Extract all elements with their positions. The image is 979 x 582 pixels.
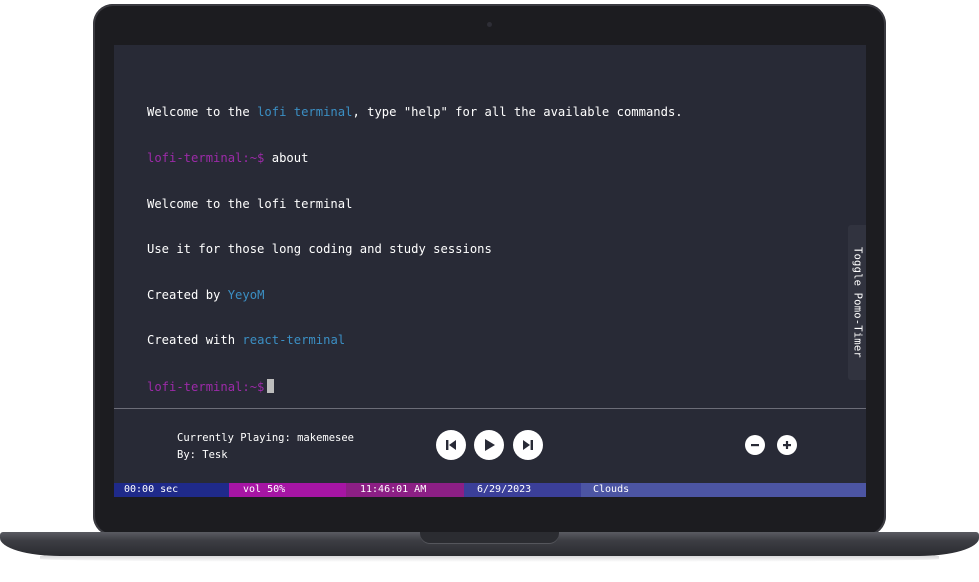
input-line[interactable]: lofi-terminal:~$ bbox=[147, 378, 683, 394]
volume-up-button[interactable] bbox=[777, 435, 797, 455]
author-link[interactable]: YeyoM bbox=[228, 288, 265, 302]
now-playing: Currently Playing: makemesee By: Tesk bbox=[177, 430, 354, 464]
welcome-text: Welcome to the bbox=[147, 105, 258, 120]
volume-status: vol 50% bbox=[229, 483, 346, 497]
skip-previous-icon bbox=[446, 440, 456, 450]
created-with-text: Created with bbox=[147, 333, 243, 348]
minus-icon bbox=[751, 444, 759, 447]
next-button[interactable] bbox=[513, 430, 543, 460]
command-text: about bbox=[271, 151, 309, 165]
prompt: lofi-terminal:~$ bbox=[147, 151, 265, 165]
artist-text: By: Tesk bbox=[177, 449, 228, 461]
laptop-notch bbox=[420, 532, 559, 544]
volume-down-button[interactable] bbox=[745, 435, 765, 455]
timer-status: 00:00 sec bbox=[114, 483, 229, 497]
weather-status: Clouds bbox=[581, 483, 866, 497]
music-player: Currently Playing: makemesee By: Tesk bbox=[114, 409, 866, 483]
currently-playing-text: Currently Playing: makemesee bbox=[177, 432, 355, 444]
welcome-line: Welcome to the lofi terminal, type "help… bbox=[147, 105, 683, 120]
output-line: Use it for those long coding and study s… bbox=[147, 242, 492, 257]
command-line: lofi-terminal:~$ about bbox=[147, 151, 683, 166]
terminal[interactable]: Welcome to the lofi terminal, type "help… bbox=[114, 45, 866, 408]
terminal-cursor bbox=[267, 378, 275, 393]
laptop-shadow bbox=[40, 556, 939, 562]
output-line: Welcome to the lofi terminal bbox=[147, 196, 353, 211]
screen-bezel-bottom bbox=[114, 497, 866, 519]
react-terminal-link[interactable]: react-terminal bbox=[242, 333, 345, 347]
date-status: 6/29/2023 bbox=[464, 483, 581, 497]
lofi-terminal-link[interactable]: lofi terminal bbox=[257, 105, 352, 119]
created-with-line: Created with react-terminal bbox=[147, 333, 683, 348]
terminal-output: Welcome to the lofi terminal, type "help… bbox=[147, 75, 683, 425]
prompt: lofi-terminal:~$ bbox=[147, 379, 265, 394]
pomo-timer-toggle[interactable]: Toggle Pomo-Timer bbox=[848, 225, 866, 380]
skip-next-icon bbox=[523, 440, 533, 450]
play-button[interactable] bbox=[474, 430, 504, 460]
welcome-suffix: , type "help" for all the available comm… bbox=[352, 105, 683, 120]
previous-button[interactable] bbox=[436, 430, 466, 460]
time-status: 11:46:01 AM bbox=[346, 483, 464, 497]
created-by-text: Created by bbox=[147, 287, 228, 302]
camera-icon bbox=[487, 22, 492, 27]
status-bar: 00:00 sec vol 50% 11:46:01 AM 6/29/2023 … bbox=[114, 483, 866, 497]
created-by-line: Created by YeyoM bbox=[147, 288, 683, 303]
pomo-toggle-label: Toggle Pomo-Timer bbox=[851, 247, 864, 358]
screen: Welcome to the lofi terminal, type "help… bbox=[114, 45, 866, 519]
play-icon bbox=[485, 439, 495, 451]
plus-icon bbox=[783, 441, 791, 449]
